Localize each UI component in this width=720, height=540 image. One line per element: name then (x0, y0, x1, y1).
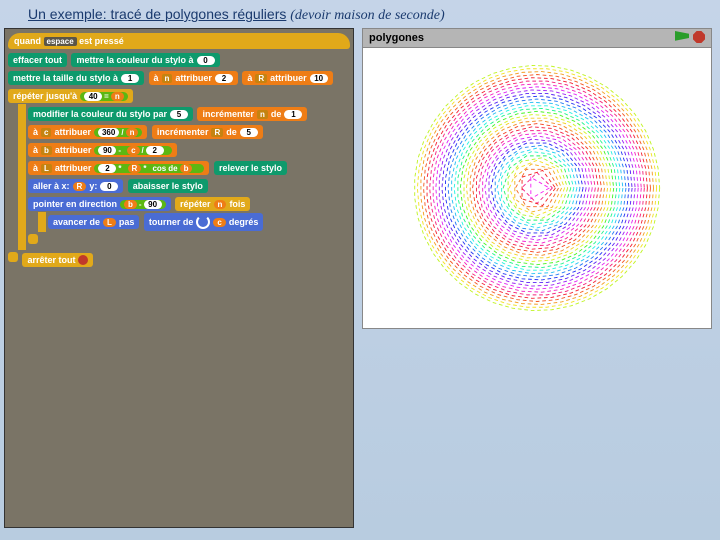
block-inc-R[interactable]: incrémenterRde5 (152, 125, 263, 139)
block-inc-n[interactable]: incrémenternde1 (197, 107, 307, 121)
block-move[interactable]: avancer deLpas (48, 215, 139, 229)
block-turn[interactable]: tourner decdegrés (144, 213, 263, 231)
op-div: 360/n (94, 128, 142, 137)
loop-cap (28, 234, 38, 244)
green-flag-icon[interactable] (675, 31, 689, 45)
val-input[interactable]: 1 (121, 74, 139, 83)
stage-header: polygones (362, 28, 712, 48)
key-dropdown[interactable]: espace (44, 37, 77, 46)
block-clear[interactable]: effacer tout (8, 53, 67, 67)
val-input[interactable]: 1 (284, 110, 302, 119)
var-dropdown[interactable]: b (41, 146, 52, 155)
var-dropdown[interactable]: n (257, 110, 268, 119)
val-input[interactable]: 2 (215, 74, 233, 83)
var-dropdown[interactable]: n (162, 74, 173, 83)
block-change-pen-color[interactable]: modifier la couleur du stylo par5 (28, 107, 193, 121)
op-equals: 40=n (80, 92, 128, 101)
hat-when-key-pressed[interactable]: quand espace est pressé (8, 33, 350, 49)
block-pen-down[interactable]: abaisser le stylo (128, 179, 208, 193)
block-set-L[interactable]: àLattribuer 2*R*cosdeb (28, 161, 209, 175)
op-sub: 90-c/2 (94, 146, 171, 155)
project-title: polygones (369, 32, 424, 44)
var-dropdown[interactable]: L (41, 164, 52, 173)
block-pen-color[interactable]: mettre la couleur du stylo à0 (71, 53, 219, 67)
block-repeat-until[interactable]: répéter jusqu'à 40=n (8, 89, 133, 103)
turn-icon (196, 215, 210, 229)
val-input[interactable]: 5 (170, 110, 188, 119)
var-dropdown[interactable]: R (211, 128, 223, 137)
slide-title: Un exemple: tracé de polygones réguliers… (0, 0, 720, 28)
stop-sign-icon[interactable] (693, 31, 705, 43)
stage-canvas (362, 48, 712, 329)
val-input[interactable]: 0 (100, 182, 118, 191)
block-pen-size[interactable]: mettre la taille du stylo à1 (8, 71, 144, 85)
val-input[interactable]: 5 (240, 128, 258, 137)
block-pen-up[interactable]: relever le stylo (214, 161, 287, 175)
scratch-scripts-panel: quand espace est pressé effacer tout met… (4, 28, 354, 528)
var-dropdown[interactable]: R (255, 74, 267, 83)
loop-cap (8, 252, 18, 262)
block-goto[interactable]: aller à x:Ry:0 (28, 179, 123, 193)
op-sub: b-90 (120, 200, 166, 209)
block-set-R[interactable]: àRattribuer10 (242, 71, 332, 85)
block-stop-all[interactable]: arrêter tout (22, 253, 93, 267)
block-repeat[interactable]: répéternfois (175, 197, 250, 211)
op-mul: 2*R*cosdeb (94, 164, 204, 173)
val-input[interactable]: 10 (310, 74, 328, 83)
var-dropdown[interactable]: c (41, 128, 51, 137)
block-point-dir[interactable]: pointer en direction b-90 (28, 197, 171, 211)
block-set-b[interactable]: àbattribuer 90-c/2 (28, 143, 177, 157)
stop-icon (78, 255, 88, 265)
block-set-c[interactable]: àcattribuer 360/n (28, 125, 147, 139)
polygon-spiral-output (407, 58, 667, 318)
val-input[interactable]: 0 (197, 56, 215, 65)
block-set-n[interactable]: ànattribuer2 (149, 71, 238, 85)
